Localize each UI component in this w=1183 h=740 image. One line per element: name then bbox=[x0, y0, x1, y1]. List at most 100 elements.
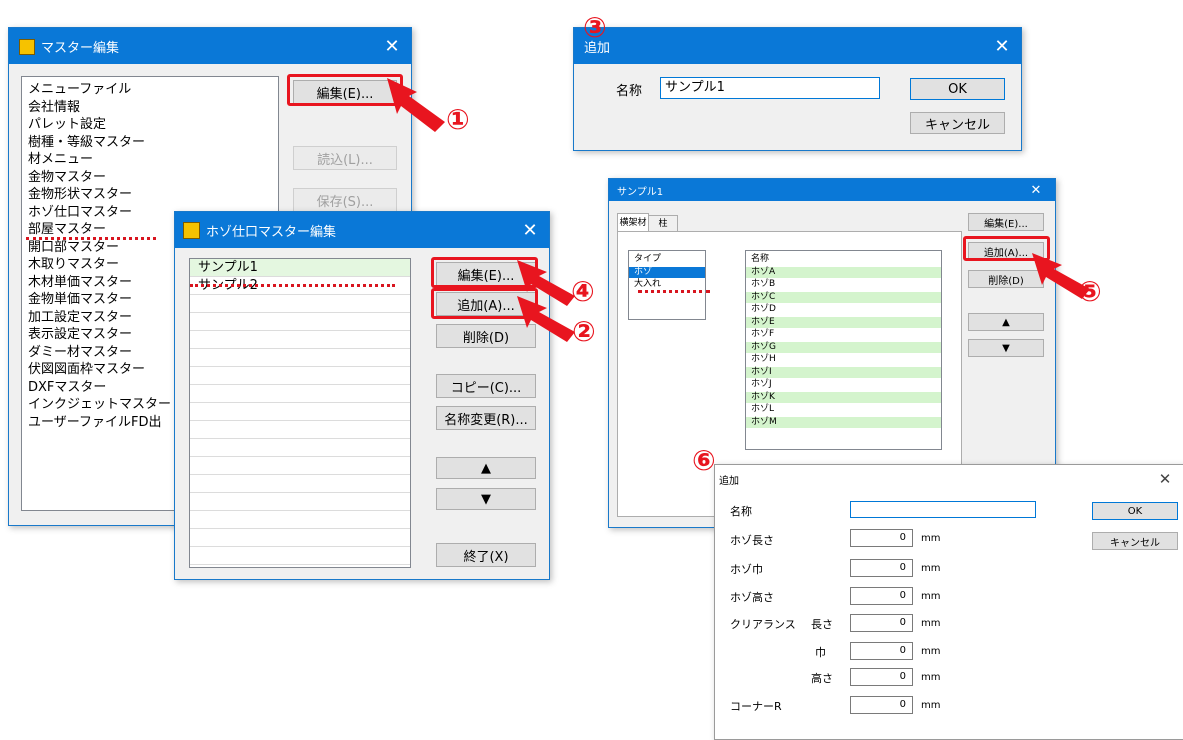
title-bar: 追加 ✕ bbox=[715, 465, 1183, 493]
table-row[interactable]: ホゾK bbox=[746, 391, 941, 404]
clearance-height-input[interactable]: 0 bbox=[850, 668, 913, 686]
move-up-button[interactable]: ▲ bbox=[968, 313, 1044, 331]
exit-button[interactable]: 終了(X) bbox=[436, 543, 536, 567]
step-6-badge: ⑥ bbox=[692, 444, 716, 477]
unit-label: mm bbox=[921, 646, 941, 657]
type-list[interactable]: タイプ ホゾ 大入れ bbox=[628, 250, 706, 320]
clearance-length-input[interactable]: 0 bbox=[850, 614, 913, 632]
unit-label: mm bbox=[921, 591, 941, 602]
hozo-list[interactable]: サンプル1 サンプル2 bbox=[189, 258, 411, 568]
corner-r-input[interactable]: 0 bbox=[850, 696, 913, 714]
table-row[interactable]: ホゾA bbox=[746, 266, 941, 279]
close-icon[interactable]: ✕ bbox=[1017, 179, 1055, 201]
unit-label: mm bbox=[921, 672, 941, 683]
list-item[interactable]: 会社情報 bbox=[22, 99, 278, 117]
table-row[interactable]: ホゾF bbox=[746, 329, 941, 342]
app-icon bbox=[183, 222, 200, 239]
table-row[interactable] bbox=[190, 475, 410, 493]
step-4-badge: ④ bbox=[571, 275, 595, 308]
table-row[interactable]: ホゾD bbox=[746, 304, 941, 317]
edit-button[interactable]: 編集(E)... bbox=[968, 213, 1044, 231]
hozo-height-input[interactable]: 0 bbox=[850, 587, 913, 605]
tab-hashira[interactable]: 柱 bbox=[648, 215, 678, 232]
window-title: ホゾ仕口マスター編集 bbox=[206, 224, 337, 240]
hozo-width-label: ホゾ巾 bbox=[730, 563, 763, 576]
step-3-badge: ③ bbox=[583, 11, 607, 44]
table-row[interactable]: ホゾJ bbox=[746, 379, 941, 392]
close-icon[interactable]: ✕ bbox=[983, 28, 1021, 64]
window-title: サンプル1 bbox=[617, 186, 664, 198]
close-icon[interactable]: ✕ bbox=[511, 212, 549, 248]
name-input[interactable]: サンプル1 bbox=[660, 77, 880, 99]
rename-button[interactable]: 名称変更(R)... bbox=[436, 406, 536, 430]
list-item[interactable]: 材メニュー bbox=[22, 151, 278, 169]
table-row[interactable]: ホゾH bbox=[746, 354, 941, 367]
ok-button[interactable]: OK bbox=[910, 78, 1005, 100]
copy-button[interactable]: コピー(C)... bbox=[436, 374, 536, 398]
hozo-width-input[interactable]: 0 bbox=[850, 559, 913, 577]
dotted-marker-hozo bbox=[190, 284, 395, 287]
table-row[interactable] bbox=[190, 313, 410, 331]
table-row[interactable]: ホゾG bbox=[746, 341, 941, 354]
move-up-button[interactable]: ▲ bbox=[436, 457, 536, 479]
table-row[interactable] bbox=[190, 439, 410, 457]
table-row[interactable]: ホゾC bbox=[746, 291, 941, 304]
type-item-hozo[interactable]: ホゾ bbox=[629, 266, 705, 279]
table-row[interactable] bbox=[190, 421, 410, 439]
table-row[interactable] bbox=[190, 295, 410, 313]
move-down-button[interactable]: ▼ bbox=[436, 488, 536, 510]
cancel-button[interactable]: キャンセル bbox=[1092, 532, 1178, 550]
dialog-title: 追加 bbox=[719, 475, 739, 487]
unit-label: mm bbox=[921, 533, 941, 544]
clearance-label: クリアランス bbox=[730, 618, 796, 631]
close-icon[interactable]: ✕ bbox=[1146, 465, 1183, 493]
tab-yokogazai[interactable]: 横架材 bbox=[617, 213, 649, 232]
table-row[interactable] bbox=[190, 457, 410, 475]
table-row[interactable] bbox=[190, 403, 410, 421]
table-row[interactable] bbox=[190, 367, 410, 385]
title-bar: ホゾ仕口マスター編集 ✕ bbox=[175, 212, 549, 248]
move-down-button[interactable]: ▼ bbox=[968, 339, 1044, 357]
corner-r-label: コーナーR bbox=[730, 700, 782, 713]
table-row[interactable] bbox=[190, 547, 410, 565]
unit-label: mm bbox=[921, 563, 941, 574]
load-button[interactable]: 読込(L)... bbox=[293, 146, 397, 170]
clearance-width-input[interactable]: 0 bbox=[850, 642, 913, 660]
clearance-width-label: 巾 bbox=[815, 646, 826, 659]
cancel-button[interactable]: キャンセル bbox=[910, 112, 1005, 134]
table-row[interactable]: ホゾB bbox=[746, 279, 941, 292]
step-2-badge: ② bbox=[572, 315, 596, 348]
unit-label: mm bbox=[921, 618, 941, 629]
hozo-length-input[interactable]: 0 bbox=[850, 529, 913, 547]
list-item[interactable]: メニューファイル bbox=[22, 81, 278, 99]
hozo-height-label: ホゾ高さ bbox=[730, 591, 774, 604]
table-row[interactable]: ホゾM bbox=[746, 416, 941, 429]
title-bar: マスター編集 ✕ bbox=[9, 28, 411, 64]
ok-button[interactable]: OK bbox=[1092, 502, 1178, 520]
name-label: 名称 bbox=[730, 505, 752, 518]
list-item[interactable]: パレット設定 bbox=[22, 116, 278, 134]
close-icon[interactable]: ✕ bbox=[373, 28, 411, 64]
table-row[interactable] bbox=[190, 511, 410, 529]
app-icon bbox=[19, 39, 35, 55]
name-label: 名称 bbox=[616, 84, 643, 99]
table-row[interactable]: ホゾI bbox=[746, 366, 941, 379]
table-row[interactable] bbox=[190, 529, 410, 547]
arrow-icon bbox=[387, 78, 445, 132]
add-detail-dialog: 追加 ✕ 名称 ホゾ長さ 0 mm ホゾ巾 0 mm ホゾ高さ 0 mm クリア… bbox=[714, 464, 1183, 740]
title-bar: 追加 ✕ bbox=[574, 28, 1021, 64]
table-row[interactable]: ホゾL bbox=[746, 404, 941, 417]
name-header: 名称 bbox=[746, 254, 941, 267]
name-list[interactable]: 名称 ホゾA ホゾB ホゾC ホゾD ホゾE ホゾF ホゾG ホゾH ホゾI ホゾJ ホゾK ホゾL ホ… bbox=[745, 250, 942, 450]
list-item[interactable]: 金物マスター bbox=[22, 169, 278, 187]
name-input[interactable] bbox=[850, 501, 1036, 518]
save-button[interactable]: 保存(S)... bbox=[293, 188, 397, 212]
list-item[interactable]: 金物形状マスター bbox=[22, 186, 278, 204]
table-row[interactable] bbox=[190, 493, 410, 511]
table-row[interactable]: サンプル1 bbox=[190, 259, 410, 277]
table-row[interactable]: ホゾE bbox=[746, 316, 941, 329]
table-row[interactable] bbox=[190, 331, 410, 349]
table-row[interactable] bbox=[190, 385, 410, 403]
list-item[interactable]: 樹種・等級マスター bbox=[22, 134, 278, 152]
table-row[interactable] bbox=[190, 349, 410, 367]
